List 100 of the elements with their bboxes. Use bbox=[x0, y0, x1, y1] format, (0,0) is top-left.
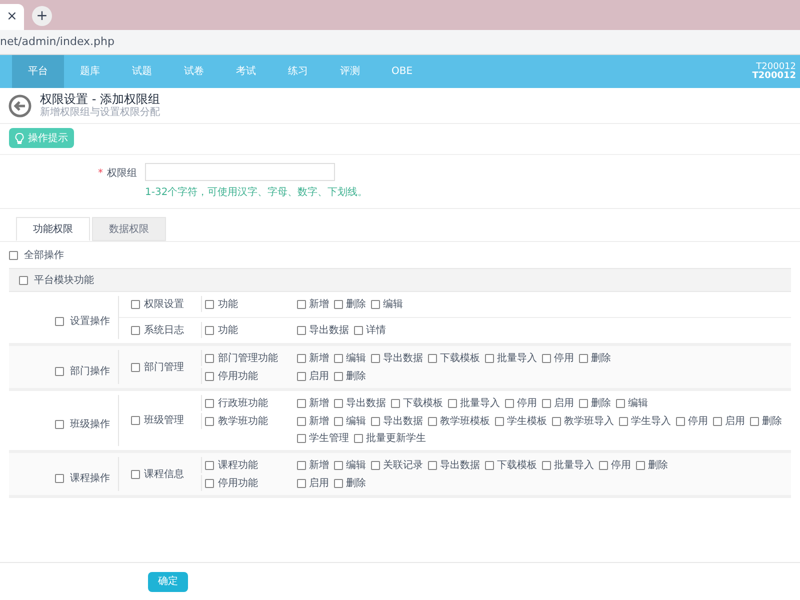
bulb-icon bbox=[15, 132, 24, 144]
checkbox[interactable] bbox=[371, 417, 380, 426]
checkbox[interactable] bbox=[428, 417, 437, 426]
checkbox[interactable] bbox=[55, 420, 64, 429]
feature-label: 功能 bbox=[218, 324, 238, 338]
checkbox[interactable] bbox=[428, 354, 437, 363]
checkbox[interactable] bbox=[55, 474, 64, 482]
checkbox[interactable] bbox=[205, 417, 214, 426]
action-label: 停用 bbox=[517, 397, 537, 411]
checkbox[interactable] bbox=[542, 399, 551, 408]
checkbox[interactable] bbox=[354, 434, 363, 443]
checkbox[interactable] bbox=[297, 479, 306, 488]
checkbox[interactable] bbox=[131, 300, 140, 309]
checkbox[interactable] bbox=[205, 354, 214, 363]
nav-tab[interactable]: 平台 bbox=[12, 55, 64, 88]
checkbox[interactable] bbox=[205, 326, 214, 335]
checkbox[interactable] bbox=[205, 461, 214, 470]
checkbox[interactable] bbox=[542, 354, 551, 363]
checkbox[interactable] bbox=[371, 354, 380, 363]
checkbox[interactable] bbox=[485, 461, 494, 470]
action-label: 批量导入 bbox=[554, 458, 594, 473]
checkbox[interactable] bbox=[131, 470, 140, 478]
group-name-field[interactable] bbox=[145, 163, 335, 181]
checkbox[interactable] bbox=[579, 354, 588, 363]
checkbox[interactable] bbox=[297, 417, 306, 426]
checkbox[interactable] bbox=[448, 399, 457, 408]
action-label: 批量导入 bbox=[460, 396, 500, 411]
checkbox[interactable] bbox=[297, 354, 306, 363]
back-icon[interactable] bbox=[8, 94, 32, 118]
checkbox[interactable] bbox=[334, 399, 343, 408]
nav-tab[interactable]: 练习 bbox=[272, 55, 324, 88]
checkbox[interactable] bbox=[297, 326, 306, 335]
field-label: 权限组 bbox=[107, 166, 137, 181]
checkbox[interactable] bbox=[9, 250, 18, 260]
checkbox[interactable] bbox=[371, 300, 380, 309]
checkbox[interactable] bbox=[55, 317, 64, 326]
checkbox[interactable] bbox=[297, 461, 306, 470]
action-label: 关联记录 bbox=[383, 458, 423, 473]
required-mark: * bbox=[98, 167, 103, 181]
checkbox[interactable] bbox=[297, 300, 306, 309]
checkbox[interactable] bbox=[354, 326, 363, 335]
page-subtitle: 新增权限组与设置权限分配 bbox=[40, 106, 160, 120]
checkbox[interactable] bbox=[19, 276, 28, 284]
checkbox[interactable] bbox=[297, 372, 306, 381]
checkbox[interactable] bbox=[297, 434, 306, 443]
checkbox[interactable] bbox=[552, 417, 561, 426]
nav-tab[interactable]: 评测 bbox=[324, 55, 376, 88]
nav-tab[interactable]: 考试 bbox=[220, 55, 272, 88]
checkbox[interactable] bbox=[542, 461, 551, 470]
checkbox[interactable] bbox=[676, 417, 685, 426]
action-label: 删除 bbox=[648, 459, 668, 473]
nav-tab[interactable]: 试卷 bbox=[168, 55, 220, 88]
checkbox[interactable] bbox=[579, 399, 588, 408]
checkbox[interactable] bbox=[205, 479, 214, 488]
checkbox[interactable] bbox=[205, 372, 214, 381]
checkbox[interactable] bbox=[485, 354, 494, 363]
checkbox[interactable] bbox=[334, 461, 343, 470]
checkbox[interactable] bbox=[131, 326, 140, 335]
checkbox[interactable] bbox=[391, 399, 400, 408]
checkbox[interactable] bbox=[205, 399, 214, 408]
close-icon[interactable]: × bbox=[6, 7, 18, 27]
checkbox[interactable] bbox=[334, 354, 343, 363]
user-name[interactable]: T200012 bbox=[752, 72, 796, 80]
checkbox[interactable] bbox=[371, 461, 380, 470]
permission-tab[interactable]: 功能权限 bbox=[16, 217, 90, 241]
checkbox[interactable] bbox=[619, 417, 628, 426]
browser-tab[interactable]: × bbox=[0, 4, 24, 30]
action-label: 下载模板 bbox=[440, 352, 480, 366]
checkbox[interactable] bbox=[297, 399, 306, 408]
checkbox[interactable] bbox=[636, 461, 645, 470]
checkbox[interactable] bbox=[616, 399, 625, 408]
checkbox[interactable] bbox=[55, 366, 64, 376]
tips-button[interactable]: 操作提示 bbox=[9, 128, 74, 148]
checkbox[interactable] bbox=[334, 479, 343, 488]
confirm-button[interactable]: 确定 bbox=[148, 572, 188, 592]
new-tab-button[interactable]: + bbox=[32, 6, 52, 26]
group-label: 课程操作 bbox=[70, 472, 110, 486]
checkbox[interactable] bbox=[599, 461, 608, 470]
action-label: 编辑 bbox=[628, 396, 648, 411]
checkbox[interactable] bbox=[505, 399, 514, 408]
checkbox[interactable] bbox=[750, 417, 759, 426]
permission-tab[interactable]: 数据权限 bbox=[92, 217, 166, 241]
checkbox[interactable] bbox=[495, 417, 504, 426]
checkbox[interactable] bbox=[205, 300, 214, 309]
action-label: 启用 bbox=[309, 370, 329, 384]
nav-tab[interactable]: OBE bbox=[376, 55, 428, 88]
checkbox[interactable] bbox=[131, 416, 140, 425]
checkbox[interactable] bbox=[334, 372, 343, 381]
address-bar[interactable]: net/admin/index.php bbox=[0, 34, 114, 50]
checkbox[interactable] bbox=[334, 300, 343, 309]
nav-tab[interactable]: 试题 bbox=[116, 55, 168, 88]
action-label: 教学班模板 bbox=[440, 414, 490, 429]
nav-tab[interactable]: 题库 bbox=[64, 55, 116, 88]
checkbox[interactable] bbox=[334, 417, 343, 426]
checkbox[interactable] bbox=[131, 362, 140, 372]
group-label: 班级操作 bbox=[70, 418, 110, 432]
action-label: 删除 bbox=[591, 397, 611, 411]
action-label: 删除 bbox=[346, 477, 366, 491]
checkbox[interactable] bbox=[713, 417, 722, 426]
checkbox[interactable] bbox=[428, 461, 437, 470]
